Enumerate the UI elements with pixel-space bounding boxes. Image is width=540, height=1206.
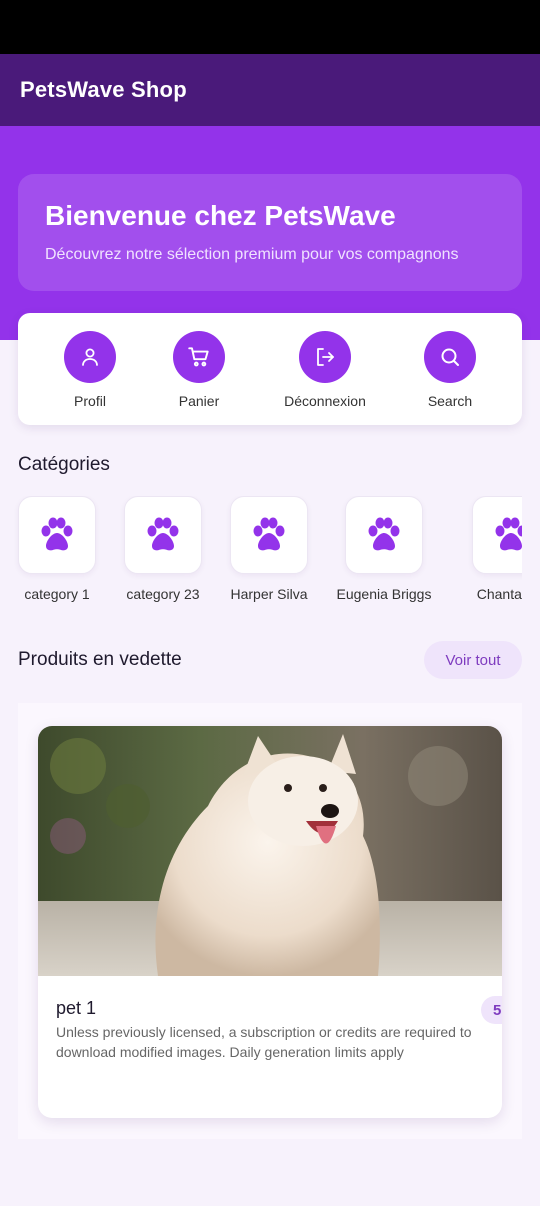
- featured-title: Produits en vedette: [18, 649, 182, 670]
- category-item[interactable]: Chantale A: [451, 496, 522, 602]
- search-label: Search: [427, 393, 473, 409]
- search-button[interactable]: Search: [395, 331, 505, 409]
- price-badge: 5: [481, 996, 502, 1024]
- product-card[interactable]: pet 1 Unless previously licensed, a subs…: [38, 726, 502, 1118]
- app-title: PetsWave Shop: [20, 77, 187, 102]
- category-item[interactable]: category 23: [103, 496, 223, 602]
- paw-icon: [18, 496, 96, 574]
- quick-actions-card: Profil Panier Déconnexion Search: [18, 313, 522, 425]
- logout-label: Déconnexion: [284, 393, 366, 409]
- profile-button[interactable]: Profil: [35, 331, 145, 409]
- product-image: [38, 726, 502, 976]
- paw-icon: [472, 496, 522, 574]
- welcome-banner: Bienvenue chez PetsWave Découvrez notre …: [18, 174, 522, 291]
- cart-label: Panier: [178, 393, 220, 409]
- product-description: Unless previously licensed, a subscripti…: [56, 1024, 472, 1060]
- category-label: category 23: [126, 586, 200, 602]
- category-item[interactable]: category 1: [0, 496, 117, 602]
- logout-button[interactable]: Déconnexion: [270, 331, 380, 409]
- category-label: Eugenia Briggs: [336, 586, 432, 602]
- app-bar: PetsWave Shop: [0, 54, 540, 126]
- paw-icon: [124, 496, 202, 574]
- cart-icon: [173, 331, 225, 383]
- category-label: category 1: [24, 586, 90, 602]
- category-label: Harper Silva: [230, 586, 308, 602]
- category-item[interactable]: Eugenia Briggs: [324, 496, 444, 602]
- welcome-title: Bienvenue chez PetsWave: [45, 200, 396, 231]
- status-bar: [0, 0, 540, 54]
- welcome-subtitle: Découvrez notre sélection premium pour v…: [45, 246, 459, 263]
- categories-list[interactable]: category 1 category 23 Harper Silva Euge…: [0, 496, 522, 616]
- profile-label: Profil: [74, 393, 106, 409]
- category-item[interactable]: Harper Silva: [209, 496, 329, 602]
- product-name: pet 1: [56, 998, 97, 1018]
- logout-icon: [299, 331, 351, 383]
- cart-button[interactable]: Panier: [144, 331, 254, 409]
- category-label: Chantale A: [476, 586, 522, 602]
- paw-icon: [230, 496, 308, 574]
- person-icon: [64, 331, 116, 383]
- see-all-button[interactable]: Voir tout: [424, 641, 522, 679]
- categories-title: Catégories: [18, 454, 110, 475]
- paw-icon: [345, 496, 423, 574]
- search-icon: [424, 331, 476, 383]
